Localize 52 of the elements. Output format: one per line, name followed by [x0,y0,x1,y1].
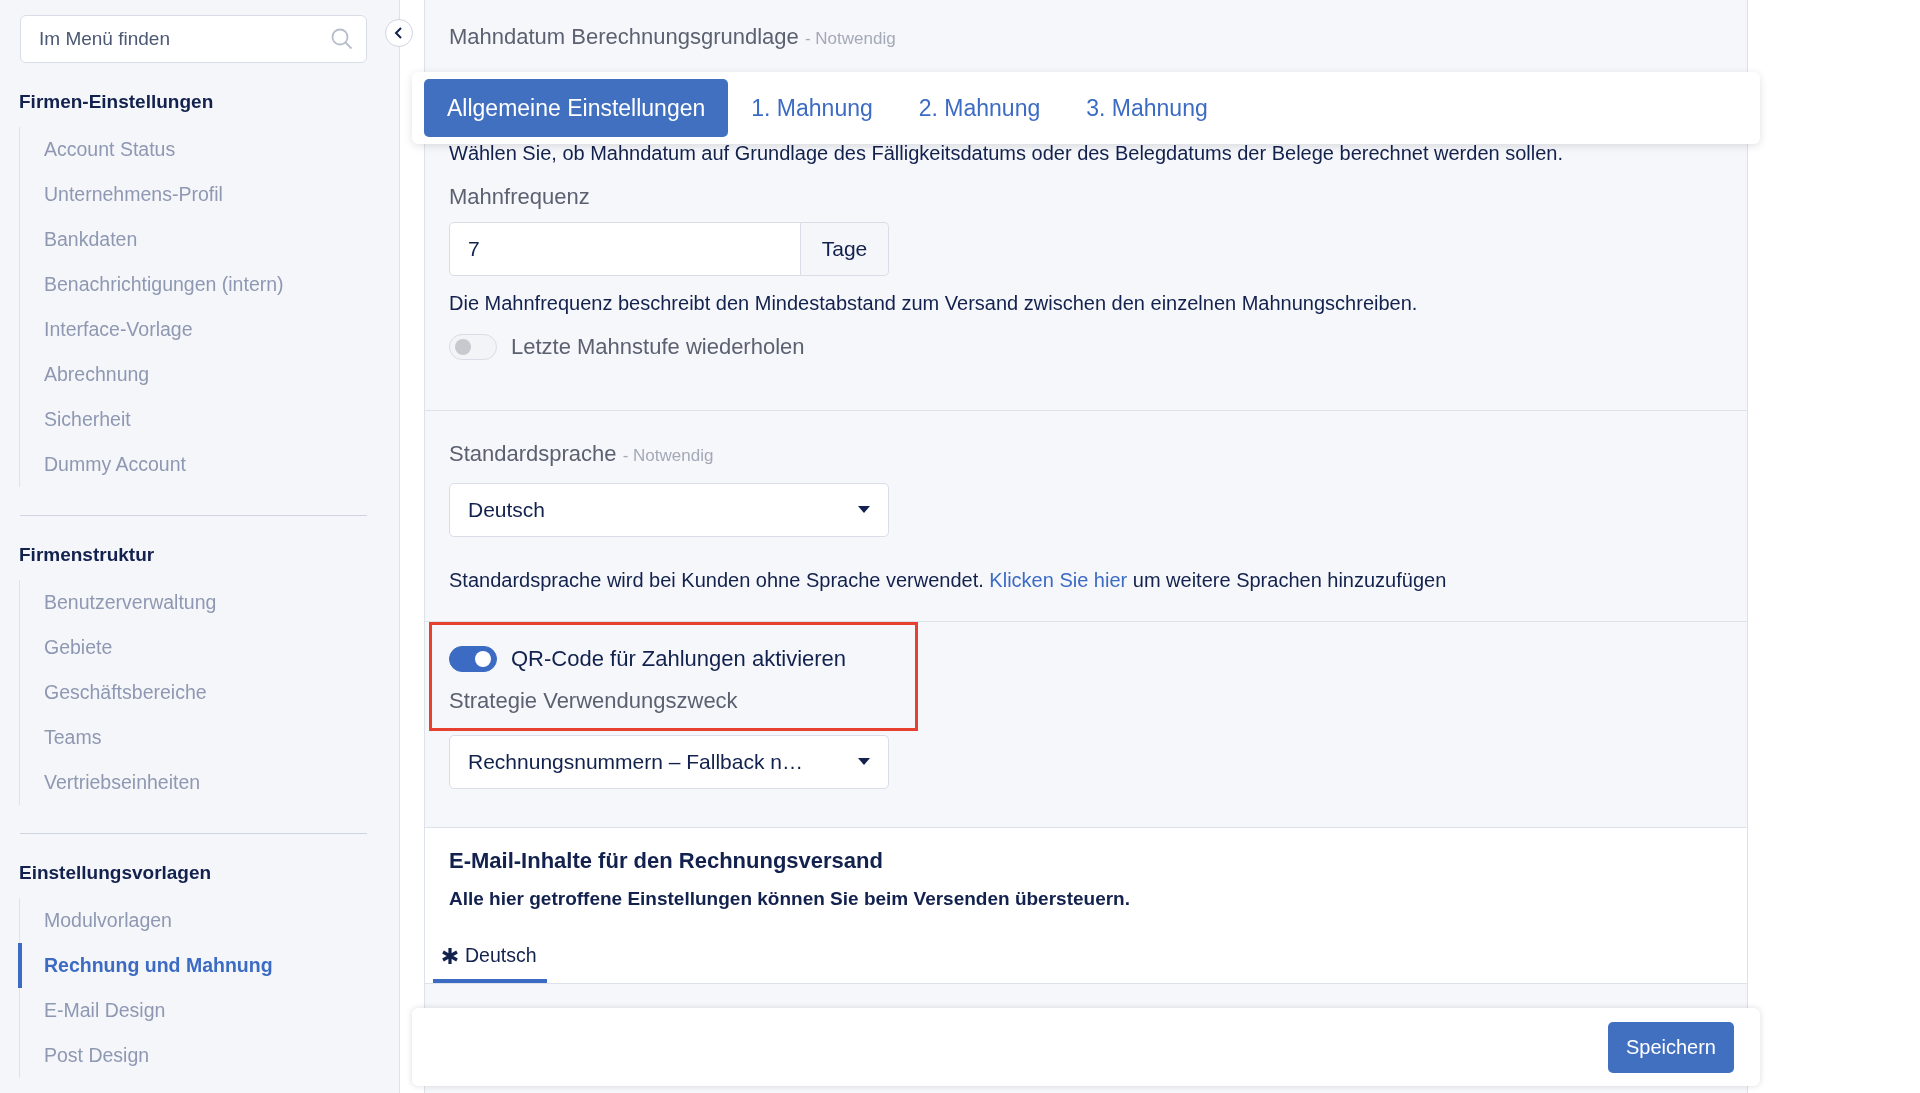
save-button[interactable]: Speichern [1607,1021,1734,1073]
sidebar-item[interactable]: Unternehmens-Profil [18,172,223,217]
help-text: Standardsprache wird bei Kunden ohne Sprache verwendet. Klicken Sie hier um weitere Sprachen hinzuzufügen [449,568,1448,593]
language-tab[interactable]: Deutsch [433,934,547,983]
section-title: E-Mail-Inhalte für den Rechnungsversand [449,848,884,874]
tab[interactable]: 1. Mahnung [728,79,896,137]
field-label: Mahnfrequenz [449,184,591,210]
help-text: Die Mahnfrequenz beschreibt den Mindestabstand zum Versand zwischen den einzelnen Mahnungschreiben. [449,291,1419,316]
strategy-select[interactable]: Rechnungsnummern – Fallback n… [449,735,889,789]
tab[interactable]: 3. Mahnung [1063,79,1231,137]
tab[interactable]: Allgemeine Einstellungen [424,79,729,137]
sidebar-item[interactable]: Dummy Account [18,442,186,487]
field-label: Strategie Verwendungszweck [449,688,739,714]
sidebar-item[interactable]: Post Design [18,1033,150,1078]
sidebar-item[interactable]: Teams [18,715,102,760]
sidebar-item[interactable]: Bankdaten [18,217,138,262]
toggle-switch[interactable] [449,646,497,672]
unit-label: Tage [801,222,889,276]
add-languages-link[interactable]: Klicken Sie hier [989,569,1128,591]
required-note: - Notwendig [804,29,896,48]
language-select[interactable]: Deutsch [449,483,889,537]
sidebar-heading: Einstellungsvorlagen [19,862,213,884]
sidebar-item[interactable]: Abrechnung [18,352,150,397]
sidebar-heading: Firmenstruktur [19,544,156,566]
sidebar-item[interactable]: Benachrichtigungen (intern) [18,262,284,307]
field-label: Mahndatum Berechnungsgrundlage - Notwendig [449,24,897,50]
sidebar-item[interactable]: Gebiete [18,625,113,670]
sidebar-heading: Firmen-Einstellungen [19,91,215,113]
asterisk-icon [441,946,459,965]
sidebar-item[interactable]: Benutzerverwaltung [18,580,217,625]
sidebar-item[interactable]: Interface-Vorlage [18,307,193,352]
sidebar-item[interactable]: Rechnung und Mahnung [18,943,273,988]
toggle-label: QR-Code für Zahlungen aktivieren [511,646,847,672]
search-icon [331,28,353,50]
section-subtitle: Alle hier getroffene Einstellungen können Sie beim Versenden übersteuern. [449,888,1131,910]
required-note: - Notwendig [622,446,714,465]
toggle-label: Letzte Mahnstufe wiederholen [511,334,805,360]
collapse-button[interactable] [385,19,413,47]
field-label-text: Standardsprache [449,441,617,466]
caret-icon [858,506,870,514]
frequency-input[interactable]: 7 [449,222,801,276]
search-field[interactable]: Im Menü finden [20,15,367,63]
caret-icon [858,758,870,766]
chevron-left-icon [394,27,404,39]
sidebar-item[interactable]: Sicherheit [18,397,131,442]
sidebar-item[interactable]: Vertriebseinheiten [18,760,201,805]
tab[interactable]: 2. Mahnung [895,79,1064,137]
help-text: Wählen Sie, ob Mahndatum auf Grundlage des Fälligkeitsdatums oder des Belegdatums der Belege berechnet werden sollen. [449,141,1564,166]
sidebar-item[interactable]: E-Mail Design [18,988,166,1033]
sidebar-item[interactable]: Geschäftsbereiche [18,670,207,715]
sidebar-item[interactable]: Account Status [18,127,176,172]
sidebar-item[interactable]: Modulvorlagen [18,898,172,943]
